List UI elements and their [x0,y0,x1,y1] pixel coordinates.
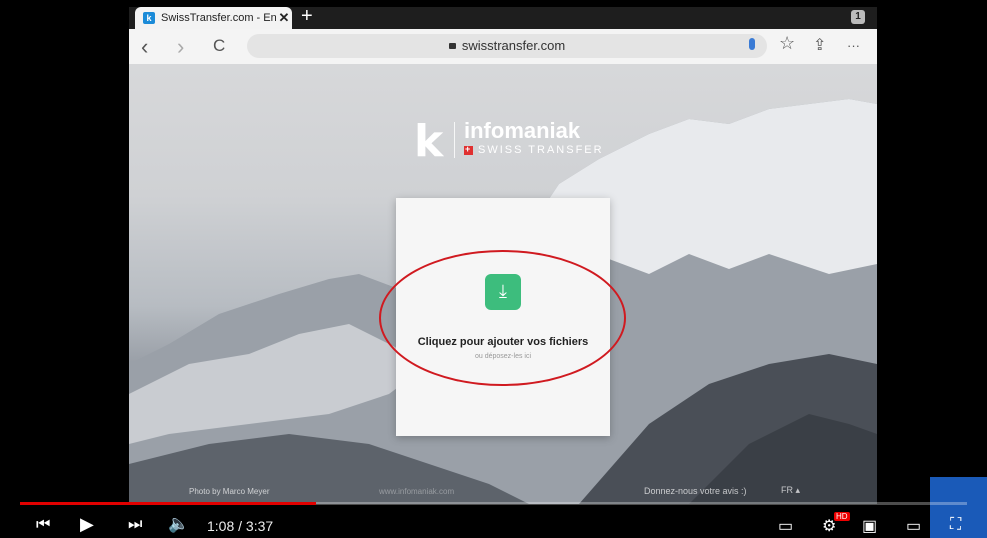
back-icon[interactable]: ‹ [141,34,148,60]
new-tab-button[interactable]: + [301,5,313,28]
brand-subtitle: SWISS TRANSFER [464,144,604,156]
bookmark-icon[interactable]: ☆ [779,33,795,54]
subtitles-icon[interactable]: ▭ [778,516,793,536]
swiss-flag-icon [464,144,473,155]
hd-badge: HD [834,512,850,521]
highlight-ellipse [379,250,626,386]
browser-toolbar: ‹ › C swisstransfer.com ☆ ⇪ ··· [129,29,877,64]
tab-title: SwissTransfer.com - Envoi [161,12,276,24]
language-selector[interactable]: FR ▴ [781,485,800,496]
video-frame[interactable]: k SwissTransfer.com - Envoi ✕ + 1 ‹ › C … [0,0,987,538]
previous-icon[interactable]: ⏮ [36,516,50,534]
brand-letter: k [414,116,444,167]
photo-credit[interactable]: Photo by Marco Meyer [189,487,269,496]
player-controls: ⏮ ▶ ⏭ 🔈 1:08 / 3:37 ▭ ⚙ HD ▣ ▭ ⛶ [0,512,987,538]
tab-count-badge[interactable]: 1 [851,10,865,24]
footer-site-link[interactable]: www.infomaniak.com [379,487,454,496]
theater-mode-icon[interactable]: ▭ [906,516,921,536]
fullscreen-icon[interactable]: ⛶ [950,516,961,534]
microphone-icon[interactable] [749,38,755,50]
brand-subtitle-text: SWISS TRANSFER [478,144,604,156]
feedback-link[interactable]: Donnez-nous votre avis :) [644,486,747,496]
url-text: swisstransfer.com [461,38,566,53]
brand-divider [454,122,455,158]
favicon-icon: k [143,12,155,24]
close-tab-icon[interactable]: ✕ [276,10,292,26]
browser-tab[interactable]: k SwissTransfer.com - Envoi ✕ [135,7,292,29]
progress-fill [20,502,316,505]
share-icon[interactable]: ⇪ [813,35,826,55]
forward-icon[interactable]: › [177,34,184,60]
more-icon[interactable]: ··· [847,38,860,53]
next-icon[interactable]: ⏭ [128,516,142,534]
play-icon[interactable]: ▶ [80,514,94,535]
miniplayer-icon[interactable]: ▣ [862,516,877,536]
lock-icon [448,43,456,49]
reload-icon[interactable]: C [213,36,225,56]
volume-icon[interactable]: 🔈 [168,514,189,534]
brand-name: infomaniak [464,118,581,143]
browser-tab-bar: k SwissTransfer.com - Envoi ✕ + 1 [129,5,877,29]
time-display: 1:08 / 3:37 [207,518,274,534]
address-bar[interactable]: swisstransfer.com [247,34,767,58]
